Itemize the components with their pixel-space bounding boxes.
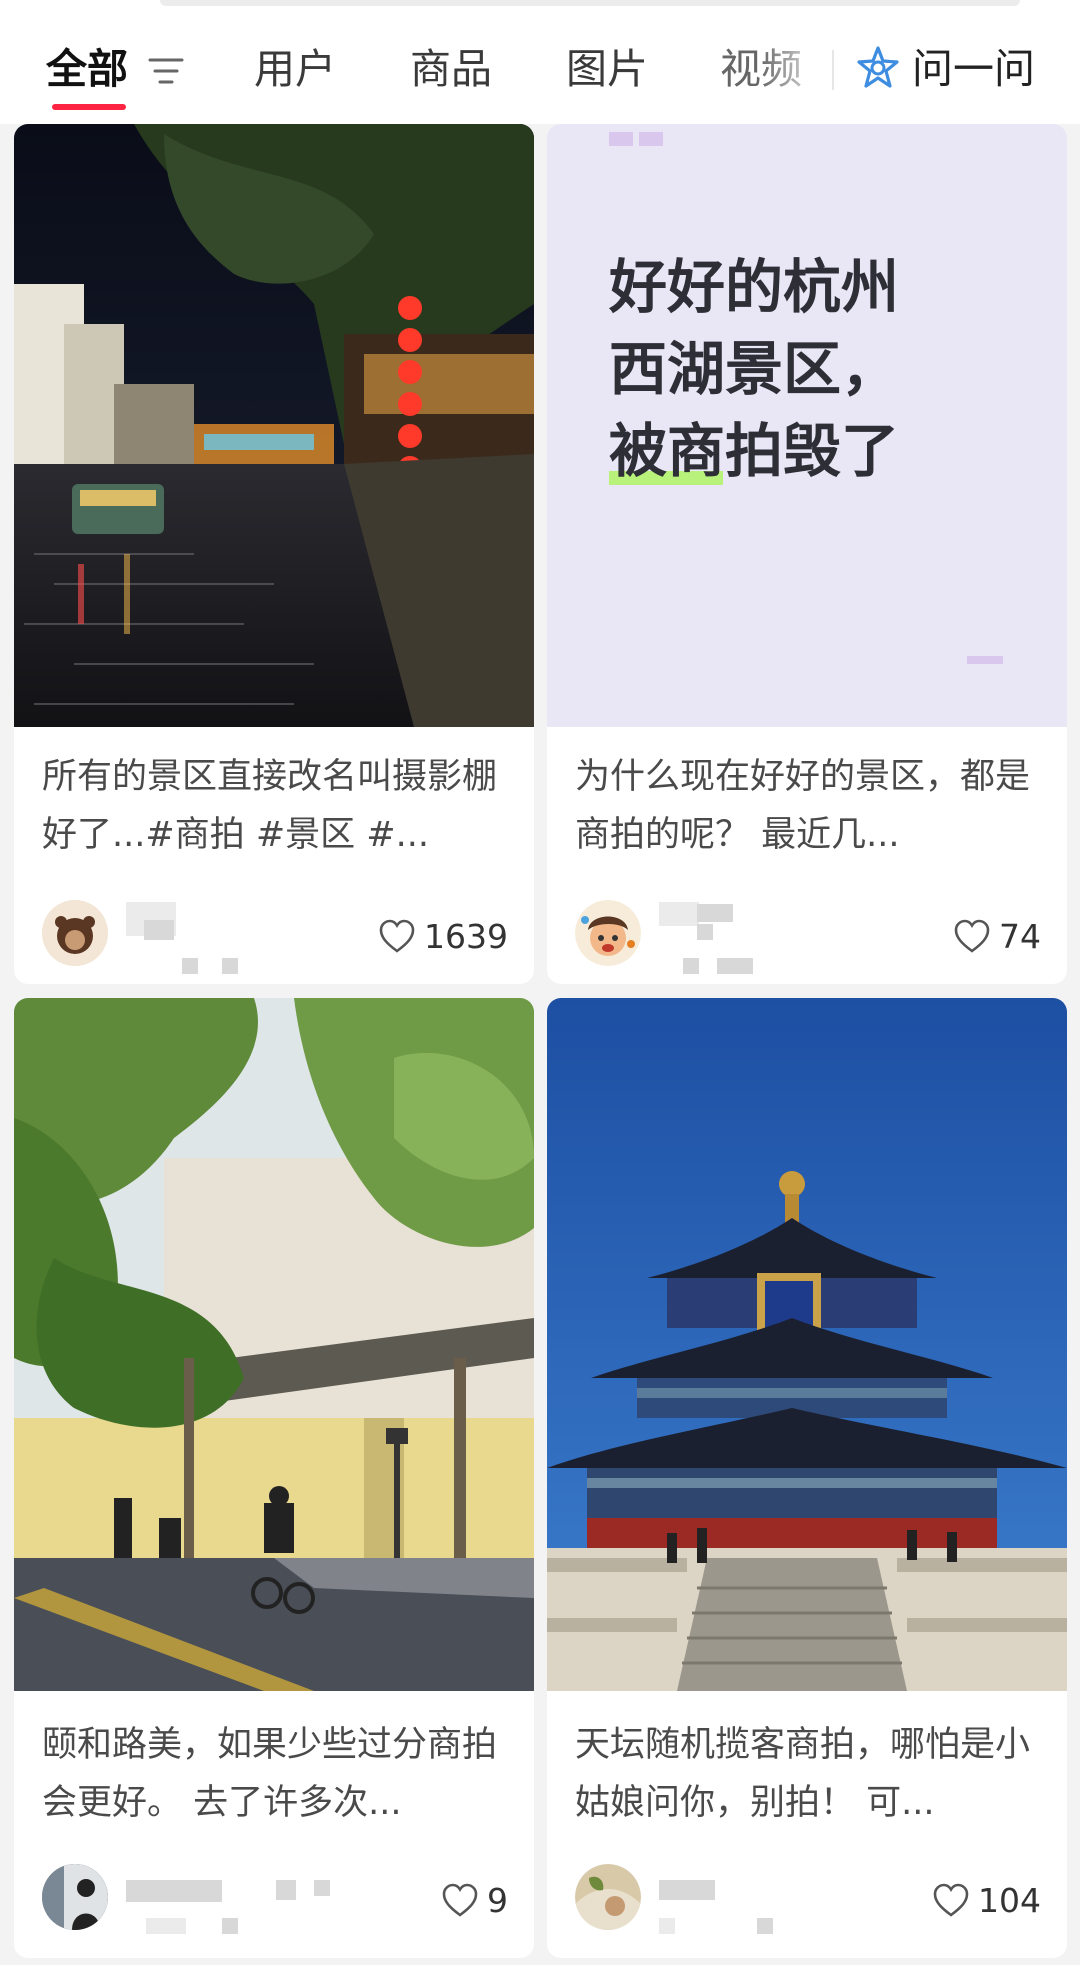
note-card[interactable]: 所有的景区直接改名叫摄影棚好了...#商拍 #景区 #... 1639 — [14, 124, 534, 984]
search-bar-edge — [160, 0, 1020, 6]
filter-icon[interactable] — [146, 54, 186, 88]
like-count: 1639 — [424, 916, 508, 956]
heart-icon — [933, 1883, 969, 1917]
note-title: 颐和路美，如果少些过分商拍会更好。 去了许多次... — [42, 1725, 498, 1823]
tab-users[interactable]: 用户 — [254, 42, 336, 96]
tab-products[interactable]: 商品 — [410, 42, 492, 96]
ask-button[interactable]: 问一问 — [912, 42, 1035, 96]
like-button[interactable]: 74 — [953, 912, 1041, 960]
avatar-image — [42, 1864, 108, 1930]
cover-decor — [609, 132, 633, 146]
like-button[interactable]: 1639 — [378, 912, 508, 960]
heart-icon — [442, 1883, 478, 1917]
note-card[interactable]: 颐和路美，如果少些过分商拍会更好。 去了许多次... 9 — [14, 998, 534, 1958]
heart-icon — [379, 919, 415, 953]
night-canal-image — [14, 124, 534, 727]
note-title: 为什么现在好好的景区，都是商拍的呢？ 最近几... — [575, 757, 1031, 855]
avatar-image — [42, 900, 108, 966]
tree-lined-street-image — [14, 998, 534, 1691]
heart-icon — [954, 919, 990, 953]
active-tab-indicator — [52, 104, 126, 110]
tab-images[interactable]: 图片 — [566, 42, 648, 96]
cover-line: 西湖景区， — [609, 335, 900, 403]
cover-decor — [639, 132, 663, 146]
note-title: 所有的景区直接改名叫摄影棚好了...#商拍 #景区 #... — [42, 757, 498, 855]
avatar[interactable] — [42, 1864, 108, 1930]
like-count: 74 — [999, 916, 1041, 956]
avatar[interactable] — [575, 1864, 641, 1930]
like-button[interactable]: 104 — [932, 1876, 1041, 1924]
note-card[interactable]: 好好的杭州 西湖景区， 被商拍毁了 为什么现在好好的景区，都是商拍的呢？ 最近几… — [547, 124, 1067, 984]
like-count: 9 — [487, 1880, 508, 1920]
tab-overflow-fade — [760, 30, 830, 110]
note-title: 天坛随机揽客商拍，哪怕是小姑娘问你，别拍！ 可... — [575, 1725, 1031, 1823]
cover-text: 好好的杭州 西湖景区， 被商拍毁了 — [609, 246, 899, 492]
like-button[interactable]: 9 — [441, 1876, 508, 1924]
avatar[interactable] — [42, 900, 108, 966]
cover-decor — [967, 656, 1003, 664]
text-cover-image: 好好的杭州 西湖景区， 被商拍毁了 — [547, 124, 1067, 727]
cover-line: 好好的杭州 — [609, 253, 900, 321]
avatar-image — [575, 1864, 641, 1930]
temple-of-heaven-image — [547, 998, 1067, 1691]
tab-divider — [832, 50, 834, 90]
tab-all[interactable]: 全部 — [46, 42, 128, 96]
cover-line: 被商拍毁了 — [609, 417, 900, 485]
note-card[interactable]: 天坛随机揽客商拍，哪怕是小姑娘问你，别拍！ 可... 104 — [547, 998, 1067, 1958]
like-count: 104 — [978, 1880, 1041, 1920]
avatar[interactable] — [575, 900, 641, 966]
ai-star-icon[interactable] — [854, 44, 902, 92]
search-tab-bar: 全部 用户 商品 图片 视频 问一问 — [0, 0, 1080, 124]
avatar-image — [575, 900, 641, 966]
